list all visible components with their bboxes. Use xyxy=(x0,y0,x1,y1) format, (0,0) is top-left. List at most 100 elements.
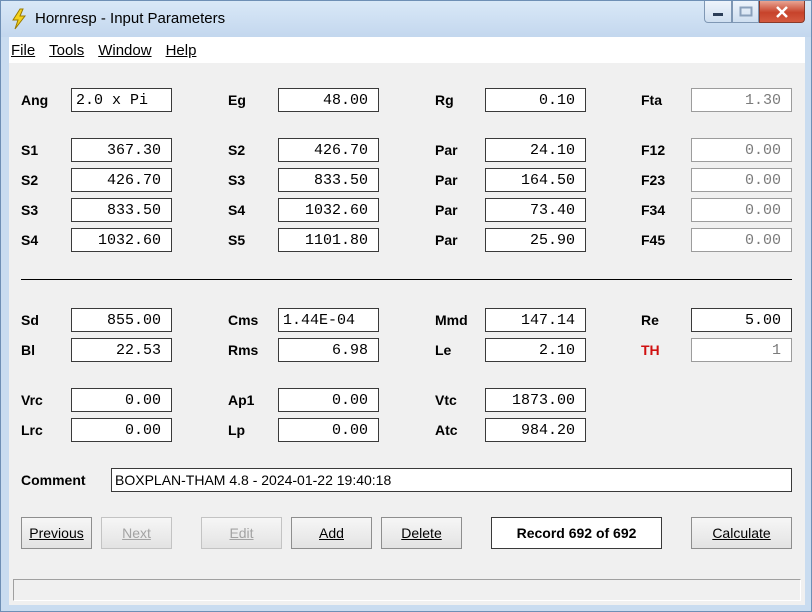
field-rms[interactable]: 6.98 xyxy=(278,338,379,362)
label-f23: F23 xyxy=(641,172,666,188)
field-ang[interactable]: 2.0 x Pi xyxy=(71,88,172,112)
label-par-1: Par xyxy=(435,142,458,158)
field-vrc[interactable]: 0.00 xyxy=(71,388,172,412)
field-par-4[interactable]: 25.90 xyxy=(485,228,586,252)
menu-bar: File Tools Window Help xyxy=(9,37,805,63)
field-s1[interactable]: 367.30 xyxy=(71,138,172,162)
field-s3[interactable]: 833.50 xyxy=(71,198,172,222)
delete-button-label: Delete xyxy=(401,525,442,541)
window-frame: Hornresp - Input Parameters File Tools W… xyxy=(0,0,812,612)
label-mmd: Mmd xyxy=(435,312,468,328)
field-sd[interactable]: 855.00 xyxy=(71,308,172,332)
field-re[interactable]: 5.00 xyxy=(691,308,792,332)
label-vtc: Vtc xyxy=(435,392,457,408)
label-ang: Ang xyxy=(21,92,49,108)
label-rg: Rg xyxy=(435,92,454,108)
menu-help[interactable]: Help xyxy=(166,42,197,59)
field-cms[interactable]: 1.44E-04 xyxy=(278,308,379,332)
label-atc: Atc xyxy=(435,422,458,438)
edit-button[interactable]: Edit xyxy=(201,517,282,549)
field-par-2[interactable]: 164.50 xyxy=(485,168,586,192)
edit-button-label: Edit xyxy=(229,525,254,541)
label-lrc: Lrc xyxy=(21,422,43,438)
field-eg[interactable]: 48.00 xyxy=(278,88,379,112)
field-lp[interactable]: 0.00 xyxy=(278,418,379,442)
label-eg: Eg xyxy=(228,92,246,108)
menu-file[interactable]: File xyxy=(11,42,35,59)
status-bar xyxy=(9,575,805,605)
field-rg[interactable]: 0.10 xyxy=(485,88,586,112)
menu-tools-label: Tools xyxy=(49,41,85,59)
status-pane xyxy=(13,579,801,601)
label-s2: S2 xyxy=(21,172,39,188)
label-s4-right: S4 xyxy=(228,202,246,218)
label-fta: Fta xyxy=(641,92,662,108)
field-s3-right[interactable]: 833.50 xyxy=(278,168,379,192)
field-s5-right[interactable]: 1101.80 xyxy=(278,228,379,252)
add-button-label: Add xyxy=(319,525,344,541)
field-par-1[interactable]: 24.10 xyxy=(485,138,586,162)
field-lrc[interactable]: 0.00 xyxy=(71,418,172,442)
label-s4: S4 xyxy=(21,232,39,248)
menu-window-label: Window xyxy=(98,41,152,59)
field-par-3[interactable]: 73.40 xyxy=(485,198,586,222)
add-button[interactable]: Add xyxy=(291,517,372,549)
title-bar[interactable]: Hornresp - Input Parameters xyxy=(1,1,811,37)
menu-file-label: File xyxy=(11,41,36,59)
label-sd: Sd xyxy=(21,312,39,328)
maximize-button[interactable] xyxy=(732,1,759,23)
window-title: Hornresp - Input Parameters xyxy=(35,10,226,27)
delete-button[interactable]: Delete xyxy=(381,517,462,549)
comment-field[interactable]: BOXPLAN-THAM 4.8 - 2024-01-22 19:40:18 xyxy=(111,468,792,492)
calculate-button[interactable]: Calculate xyxy=(691,517,792,549)
label-s3-right: S3 xyxy=(228,172,246,188)
label-s2-right: S2 xyxy=(228,142,246,158)
menu-tools[interactable]: Tools xyxy=(49,42,84,59)
field-atc[interactable]: 984.20 xyxy=(485,418,586,442)
menu-window[interactable]: Window xyxy=(98,42,151,59)
close-button[interactable] xyxy=(759,1,805,23)
label-f45: F45 xyxy=(641,232,666,248)
label-s3: S3 xyxy=(21,202,39,218)
label-th: TH xyxy=(641,342,660,358)
field-le[interactable]: 2.10 xyxy=(485,338,586,362)
field-fta[interactable]: 1.30 xyxy=(691,88,792,112)
field-vtc[interactable]: 1873.00 xyxy=(485,388,586,412)
label-bl: Bl xyxy=(21,342,35,358)
maximize-icon xyxy=(739,6,752,17)
label-s5-right: S5 xyxy=(228,232,246,248)
label-par-2: Par xyxy=(435,172,458,188)
field-s4-right[interactable]: 1032.60 xyxy=(278,198,379,222)
field-f23[interactable]: 0.00 xyxy=(691,168,792,192)
label-le: Le xyxy=(435,342,452,358)
next-button[interactable]: Next xyxy=(101,517,172,549)
label-cms: Cms xyxy=(228,312,259,328)
label-rms: Rms xyxy=(228,342,259,358)
label-par-4: Par xyxy=(435,232,458,248)
field-s4[interactable]: 1032.60 xyxy=(71,228,172,252)
section-divider xyxy=(21,279,792,280)
field-s2[interactable]: 426.70 xyxy=(71,168,172,192)
label-re: Re xyxy=(641,312,659,328)
previous-button[interactable]: Previous xyxy=(21,517,92,549)
field-ap1[interactable]: 0.00 xyxy=(278,388,379,412)
field-bl[interactable]: 22.53 xyxy=(71,338,172,362)
label-ap1: Ap1 xyxy=(228,392,255,408)
lightning-bolt-icon xyxy=(12,8,27,30)
field-f12[interactable]: 0.00 xyxy=(691,138,792,162)
label-par-3: Par xyxy=(435,202,458,218)
input-parameters-panel: Ang 2.0 x Pi Eg 48.00 Rg 0.10 Fta 1.30 S… xyxy=(9,63,805,575)
field-f45[interactable]: 0.00 xyxy=(691,228,792,252)
minimize-button[interactable] xyxy=(704,1,732,23)
field-s2-right[interactable]: 426.70 xyxy=(278,138,379,162)
label-f12: F12 xyxy=(641,142,666,158)
label-comment: Comment xyxy=(21,472,86,488)
field-mmd[interactable]: 147.14 xyxy=(485,308,586,332)
field-th[interactable]: 1 xyxy=(691,338,792,362)
calculate-button-label: Calculate xyxy=(712,525,771,541)
minimize-icon xyxy=(713,12,723,16)
close-icon xyxy=(776,5,788,18)
record-indicator: Record 692 of 692 xyxy=(491,517,662,549)
label-f34: F34 xyxy=(641,202,666,218)
field-f34[interactable]: 0.00 xyxy=(691,198,792,222)
